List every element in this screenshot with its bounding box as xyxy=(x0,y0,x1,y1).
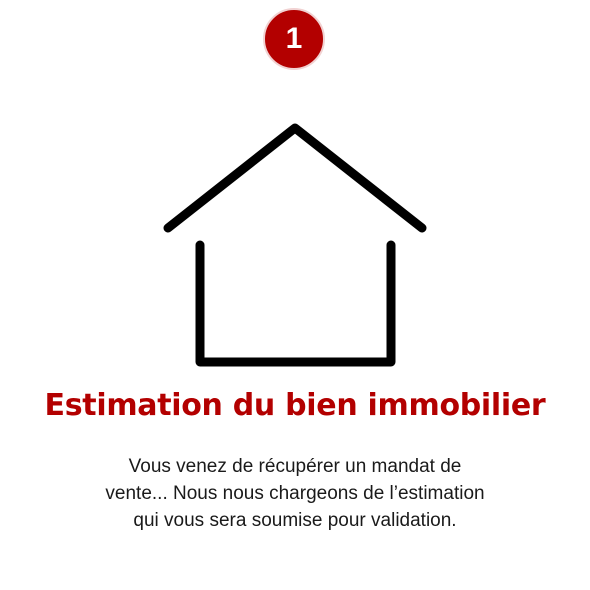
house-roof xyxy=(163,123,427,233)
house-icon xyxy=(163,123,427,367)
description-line: qui vous sera soumise pour validation. xyxy=(133,510,457,531)
step-description: Vous venez de récupérer un mandat de ven… xyxy=(60,453,530,534)
step-title: Estimation du bien immobilier xyxy=(44,388,546,423)
step-number-badge: 1 xyxy=(263,8,325,70)
description-line: Vous venez de récupérer un mandat de xyxy=(128,456,462,477)
house-walls xyxy=(195,240,396,367)
step-number: 1 xyxy=(285,22,303,55)
step-card: 1 Estimation du bien immobilier Vous ven… xyxy=(0,0,590,590)
description-line: vente... Nous nous chargeons de l’estima… xyxy=(105,483,485,504)
